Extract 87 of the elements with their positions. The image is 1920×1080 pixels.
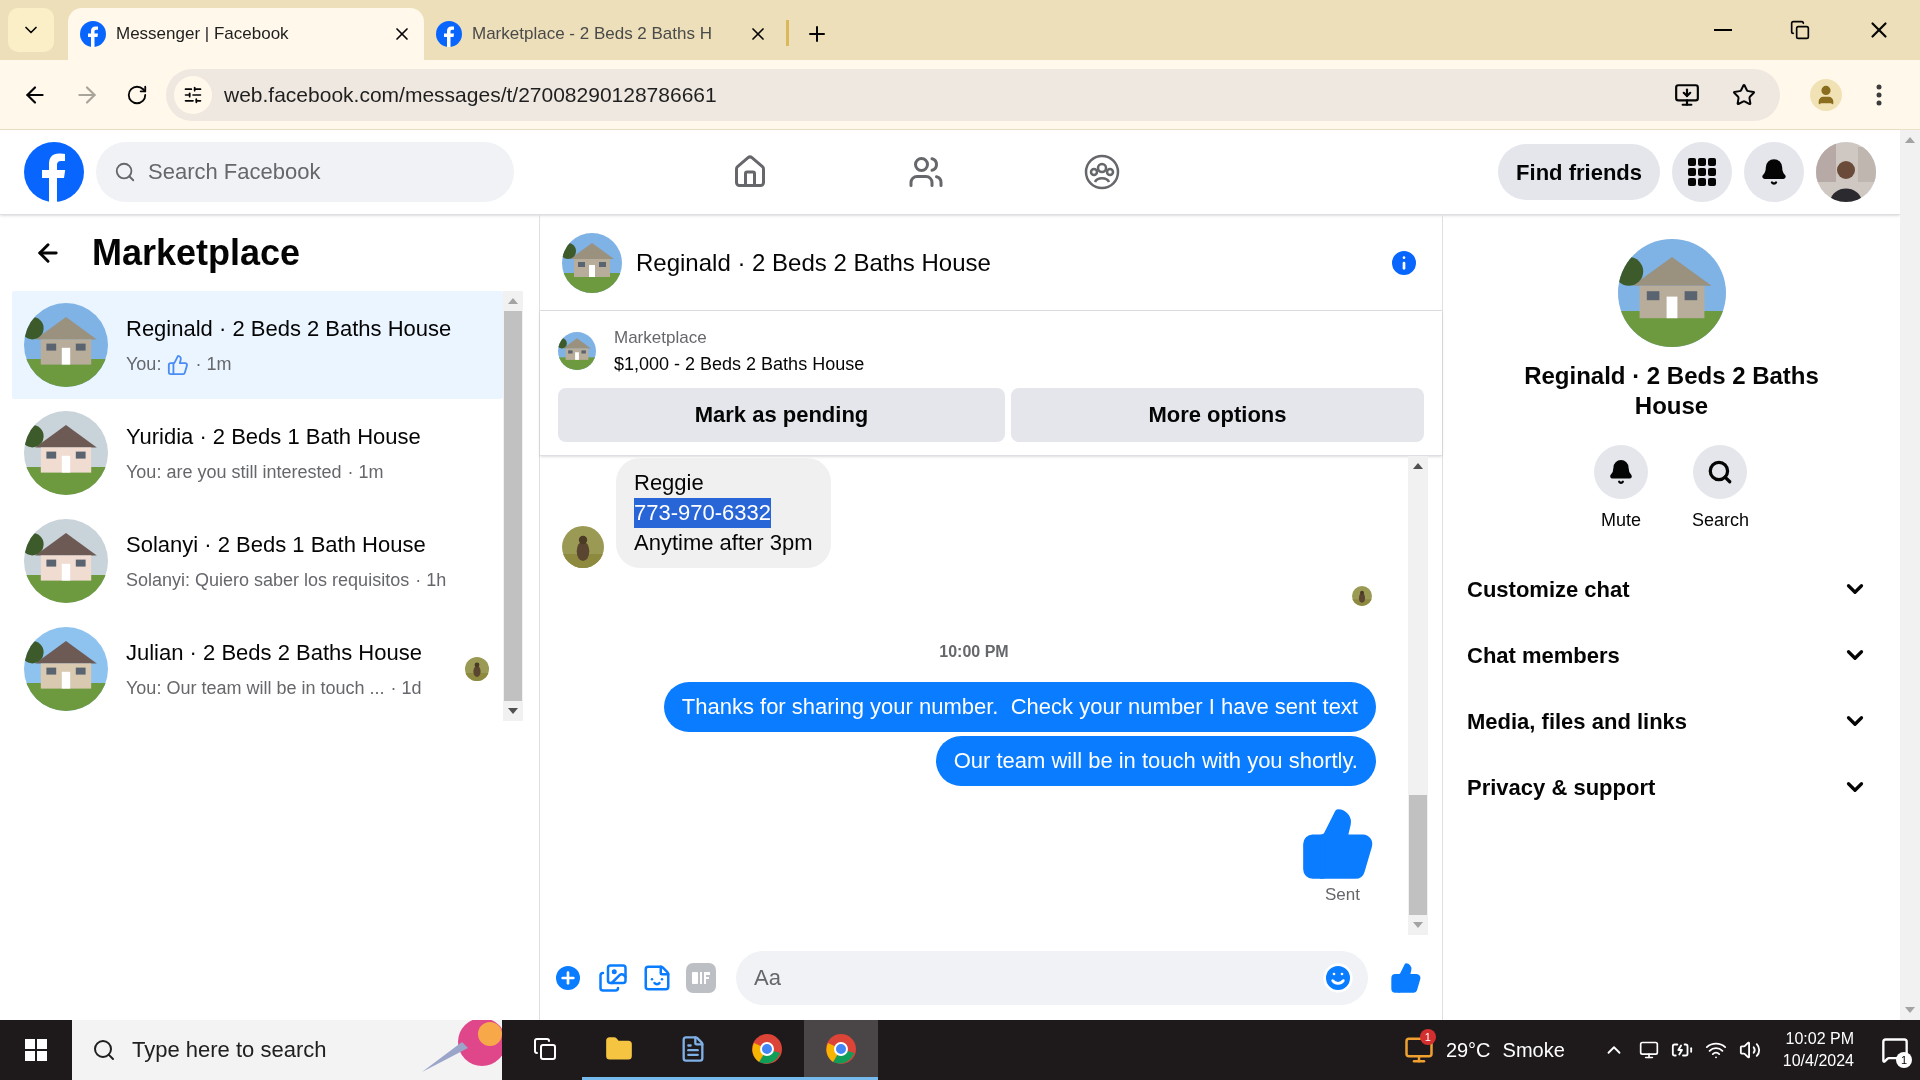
- bell-icon: [1760, 158, 1788, 186]
- contact-name: Reginald · 2 Beds 2 Baths House: [1523, 361, 1820, 421]
- start-button[interactable]: [25, 1039, 47, 1061]
- thumbs-up-icon: [167, 353, 190, 376]
- conversation-name: Reginald · 2 Beds 2 Baths House: [126, 315, 453, 343]
- message-status: Sent: [1325, 884, 1361, 906]
- chat-title: Reginald · 2 Beds 2 Baths House: [636, 247, 992, 278]
- friends-icon: [908, 154, 945, 190]
- search-icon: [114, 161, 136, 183]
- thumbs-up-icon: [1390, 961, 1422, 994]
- logo[interactable]: [24, 142, 84, 202]
- restore-icon: [1790, 20, 1810, 40]
- conversation-preview: You: Our team will be in touch ...: [126, 677, 385, 700]
- browser-tab[interactable]: Marketplace - 2 Beds 2 Baths H: [424, 8, 780, 60]
- conversation-time: · 1d: [390, 677, 422, 700]
- reload-icon: [126, 83, 148, 106]
- account-avatar[interactable]: [1816, 142, 1876, 202]
- listing-label: Marketplace: [614, 327, 708, 349]
- groups-icon: [1084, 154, 1121, 190]
- section-header[interactable]: Privacy & support: [1467, 754, 1876, 820]
- action-button[interactable]: Mark as pending: [558, 387, 1005, 442]
- panel-title: Marketplace: [92, 231, 301, 275]
- browser-icon: [825, 1032, 857, 1065]
- address-bar[interactable]: web.facebook.com/messages/t/27008290128786661: [166, 68, 1780, 121]
- star-icon: [1732, 82, 1756, 107]
- message-line: Reggie: [634, 469, 704, 497]
- conversation-item[interactable]: Yuridia · 2 Beds 1 Bath House You: are you still interested · 1m: [12, 399, 503, 507]
- folder-icon: [605, 1034, 633, 1063]
- site-settings-icon: [183, 84, 203, 105]
- section-header[interactable]: Media, files and links: [1467, 688, 1876, 754]
- grid-icon: [1688, 158, 1716, 186]
- section-header[interactable]: Customize chat: [1467, 556, 1876, 622]
- menu-icon[interactable]: [1876, 83, 1882, 106]
- task-view-icon: [533, 1036, 557, 1061]
- timestamp: 10:00 PM: [939, 642, 1009, 662]
- conversation-time: · 1h: [415, 569, 447, 592]
- notification-icon: [1881, 1036, 1909, 1064]
- install-icon: [1674, 81, 1700, 108]
- scrollbar-thumb[interactable]: [1409, 795, 1427, 915]
- profile-icon[interactable]: [1810, 78, 1842, 111]
- listing-title: $1,000 - 2 Beds 2 Baths House: [614, 352, 865, 376]
- scrollbar-thumb[interactable]: [504, 311, 522, 701]
- tab-title: Marketplace - 2 Beds 2 Baths H: [472, 23, 712, 46]
- find-friends-button[interactable]: Find friends: [1498, 144, 1660, 200]
- menu-button[interactable]: [1672, 142, 1732, 202]
- conversation-preview: Solanyi: Quiero saber los requisitos: [126, 569, 410, 592]
- conversation-item[interactable]: Reginald · 2 Beds 2 Baths House You: · 1m: [12, 291, 503, 399]
- conversation-preview: You: are you still interested: [126, 461, 342, 484]
- message-field[interactable]: Aa: [736, 950, 1368, 1005]
- notifications-button[interactable]: 1: [1870, 1020, 1920, 1080]
- facebook-favicon: [80, 21, 106, 47]
- volume-icon: [1738, 1039, 1761, 1061]
- browser-icon: [751, 1032, 783, 1065]
- action-button[interactable]: More options: [1011, 387, 1424, 442]
- conversation-item[interactable]: Julian · 2 Beds 2 Baths House You: Our team will be in touch ... · 1d: [12, 615, 503, 723]
- conversation-name: Julian · 2 Beds 2 Baths House: [126, 639, 423, 667]
- message-bubble: Our team will be in touch with you shortly.: [935, 736, 1376, 786]
- photo-icon: [598, 962, 628, 993]
- message-bubble: Thanks for sharing your number. Check your number I have sent text: [663, 682, 1376, 732]
- conversation-time: · 1m: [195, 353, 232, 376]
- gif-icon: [686, 962, 716, 993]
- emoji-icon: [1322, 961, 1354, 994]
- search-icon: [1707, 459, 1734, 485]
- browser-tab[interactable]: Messenger | Facebook: [68, 8, 424, 60]
- conversation-name: Yuridia · 2 Beds 1 Bath House: [126, 423, 422, 451]
- section-header[interactable]: Chat members: [1467, 622, 1876, 688]
- search-field[interactable]: Search Facebook: [96, 142, 514, 202]
- search-icon: [92, 1038, 116, 1062]
- scroll-up-icon[interactable]: [1413, 463, 1423, 469]
- tab-title: Messenger | Facebook: [116, 23, 289, 46]
- scroll-down-icon[interactable]: [508, 708, 518, 714]
- scrollbar[interactable]: [503, 291, 523, 721]
- scrollbar[interactable]: [1408, 456, 1428, 935]
- url-text: web.facebook.com/messages/t/27008290128786661: [224, 81, 718, 108]
- clock-date: 10/4/2024: [1782, 1051, 1854, 1071]
- message-line: Anytime after 3pm: [634, 529, 813, 557]
- clock-time: 10:02 PM: [1785, 1029, 1854, 1049]
- weather-text: Smoke: [1502, 1038, 1565, 1063]
- notification-badge: 1: [1419, 1029, 1436, 1045]
- taskbar-search-field[interactable]: Type here to search: [72, 1020, 402, 1080]
- bell-icon: [1607, 459, 1634, 485]
- conversation-time: · 1m: [347, 461, 384, 484]
- temperature: 29°C: [1445, 1038, 1491, 1063]
- facebook-favicon: [436, 21, 462, 47]
- conversation-item[interactable]: Solanyi · 2 Beds 1 Bath House Solanyi: Quiero saber los requisitos · 1h: [12, 507, 503, 615]
- conversation-name: Solanyi · 2 Beds 1 Bath House: [126, 531, 427, 559]
- conversation-preview: You:: [126, 353, 162, 376]
